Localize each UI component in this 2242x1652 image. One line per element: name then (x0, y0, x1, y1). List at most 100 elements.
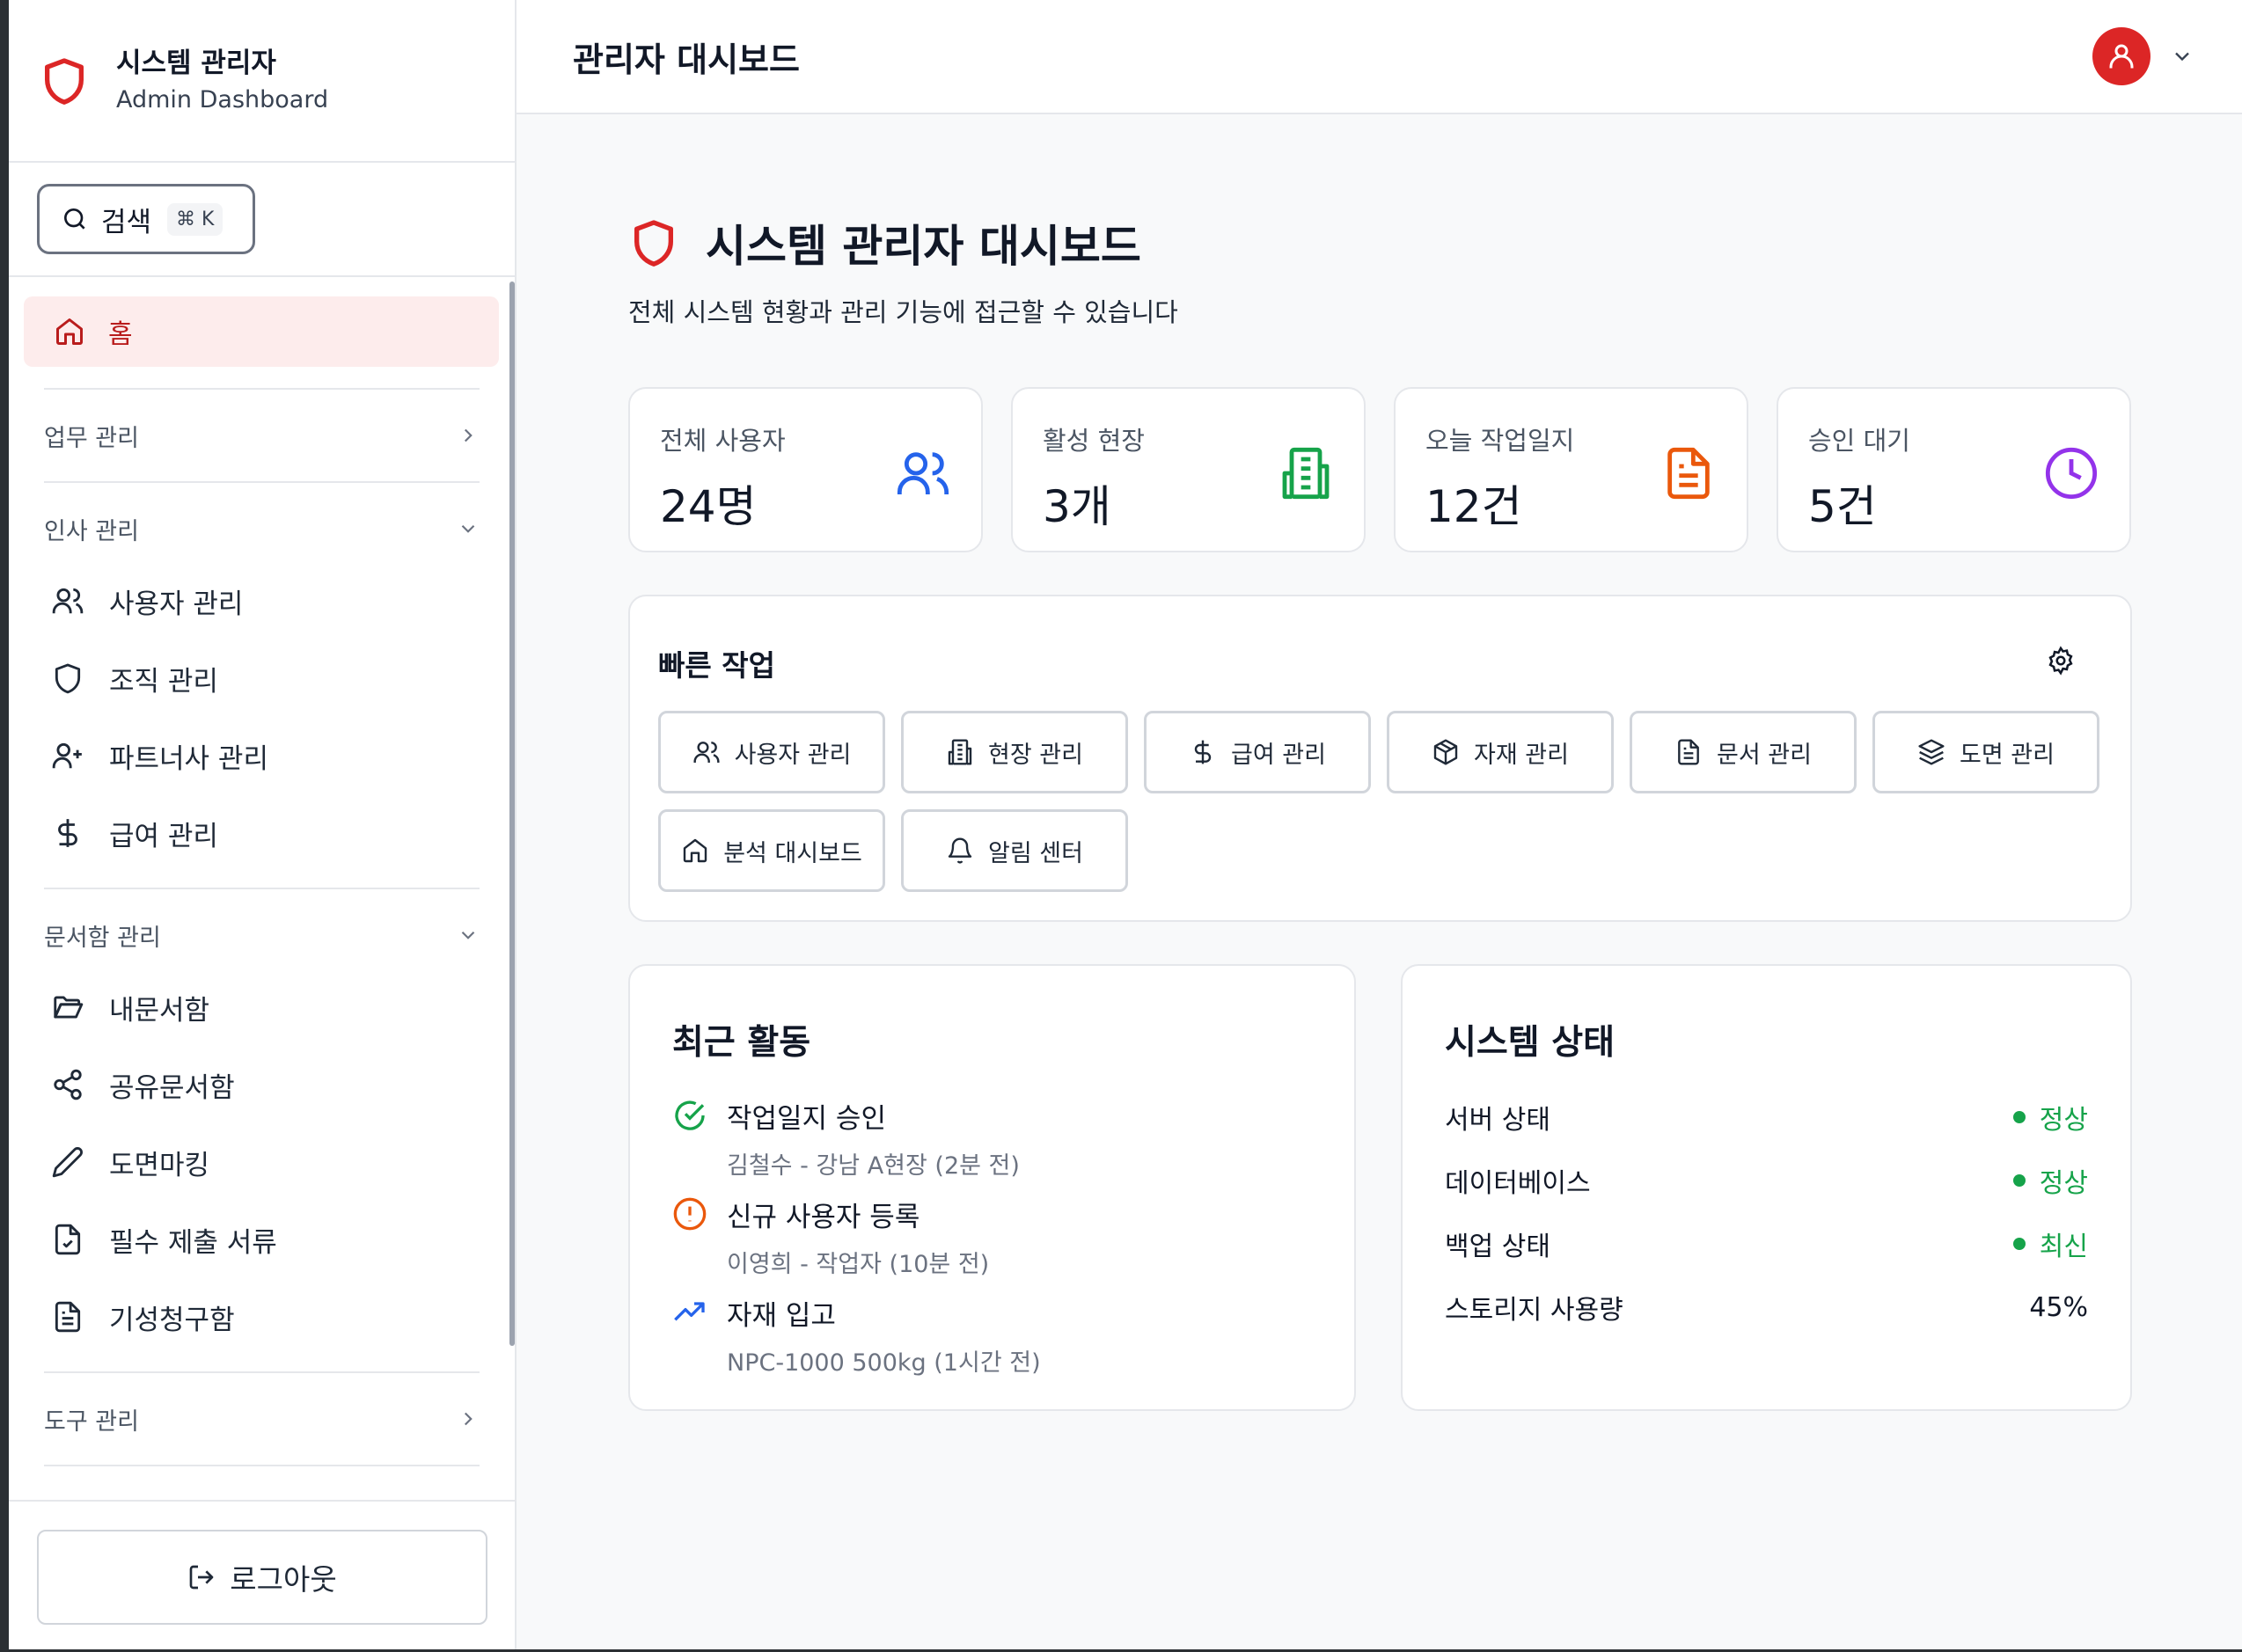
section-label: 인사 관리 (44, 517, 139, 545)
quick-drawings-button[interactable]: 도면 관리 (1872, 711, 2099, 793)
brand-subtitle: Admin Dashboard (116, 85, 329, 113)
status-dot (2012, 1238, 2026, 1250)
folder-open-icon (54, 996, 84, 1019)
stat-card-sites[interactable]: 활성 현장 3개 (1011, 387, 1366, 552)
brand[interactable]: 시스템 관리자 Admin Dashboard (9, 0, 515, 163)
system-status-card: 시스템 상태 서버 상태 정상 데이터베이스 정상 백업 상태 최신 스토리지 … (1401, 964, 2132, 1411)
user-plus-icon (52, 742, 82, 769)
quick-user-management-button[interactable]: 사용자 관리 (658, 711, 885, 793)
sidebar-item-required-docs[interactable]: 필수 제출 서류 (9, 1201, 515, 1278)
trending-up-icon (674, 1302, 705, 1321)
sidebar-item-payroll[interactable]: 급여 관리 (9, 794, 515, 872)
sidebar-item-billing[interactable]: 기성청구함 (9, 1278, 515, 1356)
status-row: 백업 상태 최신 (1445, 1224, 2088, 1263)
user-menu[interactable] (2092, 27, 2194, 85)
quick-button-label: 자재 관리 (1474, 741, 1569, 769)
brand-title: 시스템 관리자 (116, 47, 276, 79)
search-button[interactable]: 검색 ⌘ K (37, 184, 255, 254)
sidebar-item-label: 내문서함 (109, 994, 210, 1027)
activity-item[interactable]: 신규 사용자 등록 이영희 - 작업자 (10분 전) (672, 1195, 989, 1279)
page-title: 시스템 관리자 대시보드 (706, 221, 1141, 272)
shield-icon (634, 220, 673, 267)
home-icon (56, 318, 83, 345)
sidebar-scrollbar[interactable] (509, 281, 515, 1346)
section-hr[interactable]: 인사 관리 (9, 483, 515, 574)
building-icon (948, 739, 972, 765)
section-documents[interactable]: 문서함 관리 (9, 889, 515, 981)
users-icon (897, 452, 949, 494)
status-row: 데이터베이스 정상 (1445, 1161, 2088, 1200)
bell-icon (948, 837, 972, 864)
stats-row: 전체 사용자 24명 활성 현장 3개 오늘 작업일지 12건 승인 대기 5건 (628, 387, 2131, 552)
sidebar-item-label: 파트너사 관리 (109, 742, 268, 775)
check-circle-icon (675, 1100, 705, 1130)
sidebar-nav: 홈 업무 관리 인사 관리 사용자 관리 조직 관리 파트너사 관리 급여 관리… (9, 279, 515, 1500)
sidebar-item-label: 사용자 관리 (109, 588, 244, 620)
status-value: 정상 (2039, 1168, 2088, 1199)
quick-documents-button[interactable]: 문서 관리 (1630, 711, 1857, 793)
sidebar: 시스템 관리자 Admin Dashboard 검색 ⌘ K 홈 업무 관리 인… (9, 0, 517, 1649)
quick-analytics-button[interactable]: 분석 대시보드 (658, 809, 885, 892)
stat-card-worklogs[interactable]: 오늘 작업일지 12건 (1394, 387, 1748, 552)
status-dot (2012, 1111, 2026, 1123)
logout-icon (189, 1565, 214, 1590)
file-text-icon (1678, 739, 1699, 765)
file-check-icon (55, 1224, 81, 1255)
quick-button-label: 도면 관리 (1960, 741, 2055, 769)
sidebar-item-users[interactable]: 사용자 관리 (9, 562, 515, 640)
status-value: 45% (2029, 1291, 2088, 1323)
sidebar-item-label: 공유문서함 (109, 1071, 235, 1104)
avatar[interactable] (2092, 27, 2150, 85)
chevron-down-icon[interactable] (2170, 44, 2194, 69)
logout-button[interactable]: 로그아웃 (37, 1530, 487, 1625)
sidebar-item-partners[interactable]: 파트너사 관리 (9, 717, 515, 794)
quick-button-label: 문서 관리 (1717, 741, 1812, 769)
chevron-down-icon (461, 931, 475, 939)
stat-card-pending[interactable]: 승인 대기 5건 (1777, 387, 2131, 552)
quick-materials-button[interactable]: 자재 관리 (1387, 711, 1614, 793)
chevron-down-icon (461, 524, 475, 533)
quick-button-label: 분석 대시보드 (723, 839, 862, 867)
activity-subtitle: 김철수 - 강남 A현장 (2분 전) (727, 1152, 1020, 1180)
home-icon (683, 838, 707, 863)
sidebar-item-my-docs[interactable]: 내문서함 (9, 969, 515, 1046)
status-row: 스토리지 사용량 45% (1445, 1288, 2088, 1327)
section-tools[interactable]: 도구 관리 (9, 1373, 515, 1465)
quick-payroll-button[interactable]: 급여 관리 (1144, 711, 1371, 793)
status-label: 백업 상태 (1445, 1232, 1550, 1262)
activity-title: 자재 입고 (727, 1300, 836, 1332)
clock-icon (2045, 447, 2098, 500)
activity-item[interactable]: 자재 입고 NPC-1000 500kg (1시간 전) (672, 1293, 1041, 1378)
search-shortcut: ⌘ K (167, 202, 223, 236)
share-icon (54, 1069, 82, 1100)
status-value: 최신 (2039, 1232, 2088, 1262)
dollar-icon (58, 819, 77, 847)
alert-circle-icon (673, 1197, 707, 1231)
quick-actions-grid: 사용자 관리 현장 관리 급여 관리 자재 관리 문서 관리 도면 관리 분석 … (658, 711, 2110, 892)
status-value: 정상 (2039, 1105, 2088, 1136)
section-work[interactable]: 업무 관리 (9, 390, 515, 481)
users-icon (693, 742, 720, 763)
quick-button-label: 알림 센터 (988, 839, 1083, 867)
status-dot (2012, 1174, 2026, 1187)
sidebar-item-label: 홈 (108, 319, 133, 350)
sidebar-item-drawing-markup[interactable]: 도면마킹 (9, 1123, 515, 1201)
sidebar-item-organization[interactable]: 조직 관리 (9, 640, 515, 717)
section-label: 문서함 관리 (44, 924, 161, 952)
activity-title: 작업일지 승인 (727, 1103, 886, 1135)
sidebar-item-home[interactable]: 홈 (24, 296, 499, 367)
quick-notifications-button[interactable]: 알림 센터 (901, 809, 1128, 892)
activity-item[interactable]: 작업일지 승인 김철수 - 강남 A현장 (2분 전) (672, 1096, 1020, 1181)
gear-icon[interactable] (2046, 646, 2076, 676)
quick-site-management-button[interactable]: 현장 관리 (901, 711, 1128, 793)
logout-label: 로그아웃 (230, 1562, 337, 1597)
page-header: 시스템 관리자 대시보드 (628, 211, 1141, 274)
sidebar-item-shared-docs[interactable]: 공유문서함 (9, 1046, 515, 1123)
sidebar-item-label: 필수 제출 서류 (109, 1226, 277, 1259)
file-text-icon (55, 1301, 81, 1333)
shield-icon (45, 57, 84, 105)
user-icon (2109, 44, 2134, 69)
status-label: 데이터베이스 (1445, 1168, 1591, 1199)
sidebar-item-label: 급여 관리 (109, 820, 218, 852)
stat-card-users[interactable]: 전체 사용자 24명 (628, 387, 983, 552)
